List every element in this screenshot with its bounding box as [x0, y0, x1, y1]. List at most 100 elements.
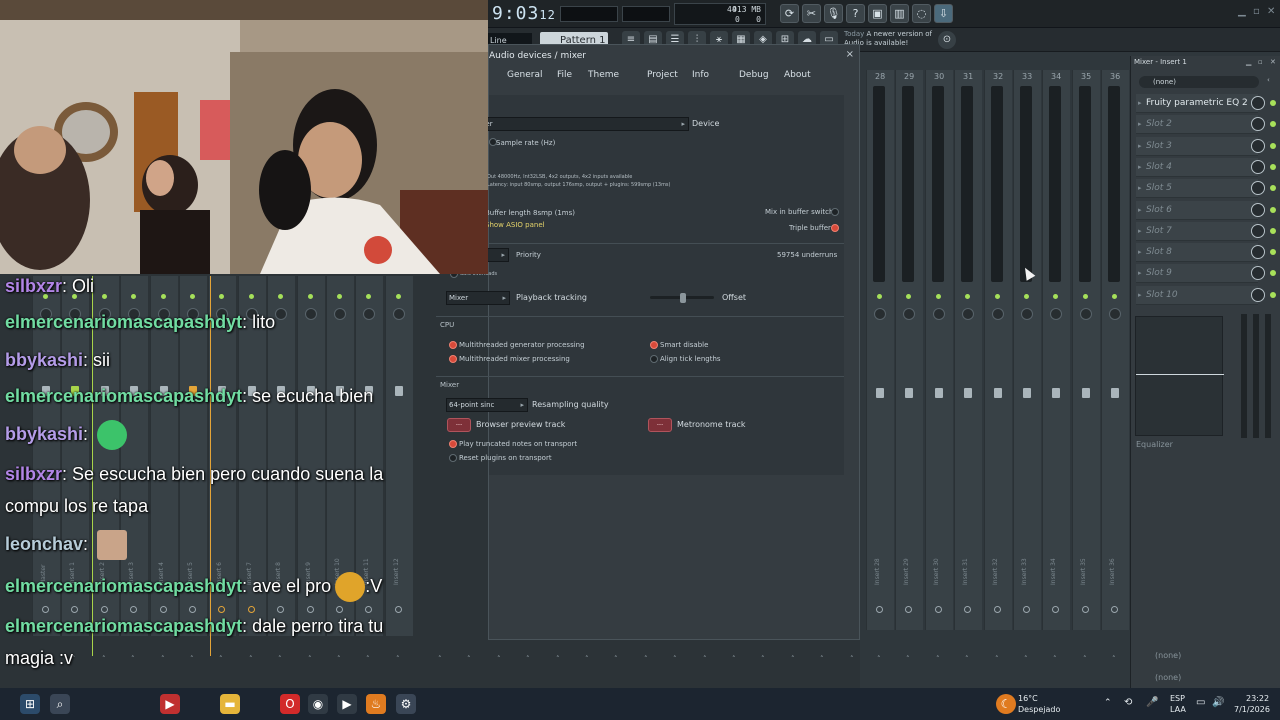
pan-knob[interactable] — [992, 308, 1004, 320]
send-arrow-icon[interactable]: ˄ — [190, 655, 194, 663]
tab-about[interactable]: About — [784, 70, 811, 80]
tray-chevron-icon[interactable]: ⌃ — [1104, 698, 1112, 708]
mt-mixer-radio[interactable] — [449, 355, 457, 363]
send-arrow-icon[interactable]: ˄ — [703, 655, 707, 663]
slot-enable-led[interactable] — [1270, 249, 1276, 255]
maximize-icon[interactable]: ▫ — [1253, 6, 1260, 17]
close-icon[interactable]: ✕ — [1267, 6, 1275, 17]
mt-generator-radio[interactable] — [449, 341, 457, 349]
pan-knob[interactable] — [874, 308, 886, 320]
track-enable-led[interactable] — [337, 294, 342, 299]
output-none-2[interactable]: (none) — [1155, 673, 1181, 682]
track-enable-led[interactable] — [249, 294, 254, 299]
slot-enable-led[interactable] — [1270, 100, 1276, 106]
track-enable-led[interactable] — [161, 294, 166, 299]
volume-fader[interactable] — [1023, 388, 1031, 398]
send-arrow-icon[interactable]: ˄ — [1024, 655, 1028, 663]
send-arrow-icon[interactable]: ˄ — [673, 655, 677, 663]
send-arrow-icon[interactable]: ˄ — [614, 655, 618, 663]
volume-fader[interactable] — [395, 386, 403, 396]
slot-mix-knob[interactable] — [1251, 288, 1265, 302]
search-icon[interactable]: ⌕ — [50, 694, 70, 714]
slot-enable-led[interactable] — [1270, 121, 1276, 127]
track-enable-led[interactable] — [396, 294, 401, 299]
send-arrow-icon[interactable]: ˄ — [1053, 655, 1057, 663]
lang-1[interactable]: ESP — [1170, 694, 1185, 703]
send-arrow-icon[interactable]: ˄ — [337, 655, 341, 663]
send-arrow-icon[interactable]: ˄ — [131, 655, 135, 663]
tab-info[interactable]: Info — [692, 70, 709, 80]
pan-knob[interactable] — [962, 308, 974, 320]
track-enable-led[interactable] — [366, 294, 371, 299]
refresh-icon[interactable]: ⟳ — [780, 4, 799, 23]
help-icon[interactable]: ? — [846, 4, 865, 23]
route-ring[interactable] — [1052, 606, 1059, 613]
slot-mix-knob[interactable] — [1251, 160, 1265, 174]
chat-username[interactable]: elmercenariomascapashdyt — [5, 312, 242, 332]
pan-knob[interactable] — [1080, 308, 1092, 320]
effect-slot[interactable]: Slot 6 — [1136, 201, 1258, 220]
effect-slot[interactable]: Slot 5 — [1136, 179, 1258, 198]
effect-slot[interactable]: Slot 9 — [1136, 264, 1258, 283]
pan-knob[interactable] — [334, 308, 346, 320]
tab-project[interactable]: Project — [647, 70, 678, 80]
tab-file[interactable]: File — [557, 70, 572, 80]
send-arrow-icon[interactable]: ˄ — [497, 655, 501, 663]
panel-minimize-icon[interactable]: ▁ — [1246, 58, 1251, 66]
chat-username[interactable]: elmercenariomascapashdyt — [5, 616, 242, 636]
send-arrow-icon[interactable]: ˄ — [526, 655, 530, 663]
slot-mix-knob[interactable] — [1251, 181, 1265, 195]
save-icon[interactable]: ▣ — [868, 4, 887, 23]
volume-fader[interactable] — [1052, 388, 1060, 398]
show-asio-panel[interactable]: Show ASIO panel — [485, 221, 545, 229]
route-ring[interactable] — [1082, 606, 1089, 613]
offset-slider-knob[interactable] — [680, 293, 686, 303]
send-arrow-icon[interactable]: ˄ — [850, 655, 854, 663]
tray-app-icon[interactable]: ⟲ — [1124, 697, 1132, 708]
tab-theme[interactable]: Theme — [588, 70, 619, 80]
send-arrow-icon[interactable]: ˄ — [791, 655, 795, 663]
mic-icon[interactable]: 🎙 — [824, 4, 843, 23]
mixer-icon[interactable]: ▥ — [890, 4, 909, 23]
pan-knob[interactable] — [903, 308, 915, 320]
track-enable-led[interactable] — [906, 294, 911, 299]
volume-fader[interactable] — [876, 388, 884, 398]
volume-fader[interactable] — [1082, 388, 1090, 398]
send-arrow-icon[interactable]: ˄ — [761, 655, 765, 663]
obs-icon[interactable]: ◉ — [308, 694, 328, 714]
opera-icon[interactable]: O — [280, 694, 300, 714]
taskbar-time[interactable]: 23:22 — [1246, 694, 1269, 703]
chat-username[interactable]: leonchav — [5, 534, 83, 554]
slot-mix-knob[interactable] — [1251, 96, 1265, 110]
effect-slot[interactable]: Slot 10 — [1136, 286, 1258, 305]
route-ring[interactable] — [1111, 606, 1118, 613]
send-arrow-icon[interactable]: ˄ — [467, 655, 471, 663]
send-arrow-icon[interactable]: ˄ — [278, 655, 282, 663]
track-enable-led[interactable] — [877, 294, 882, 299]
send-arrow-icon[interactable]: ˄ — [366, 655, 370, 663]
route-ring[interactable] — [876, 606, 883, 613]
slot-mix-knob[interactable] — [1251, 266, 1265, 280]
lang-2[interactable]: LAA — [1170, 705, 1186, 714]
folder-icon[interactable]: ▬ — [220, 694, 240, 714]
pan-knob[interactable] — [1050, 308, 1062, 320]
send-arrow-icon[interactable]: ˄ — [219, 655, 223, 663]
browser-preview-button[interactable]: --- — [447, 418, 471, 432]
track-enable-led[interactable] — [278, 294, 283, 299]
align-tick-radio[interactable] — [650, 355, 658, 363]
slot-enable-led[interactable] — [1270, 207, 1276, 213]
slot-enable-led[interactable] — [1270, 164, 1276, 170]
slot-mix-knob[interactable] — [1251, 203, 1265, 217]
effect-slot[interactable]: Fruity parametric EQ 2 — [1136, 94, 1258, 113]
song-position-clock[interactable]: 9:0312 — [492, 3, 556, 24]
chat-username[interactable]: elmercenariomascapashdyt — [5, 386, 242, 406]
tab-debug[interactable]: Debug — [739, 70, 769, 80]
resampling-dropdown[interactable]: 64-point sinc — [446, 398, 528, 412]
insert-input-selector[interactable]: (none) — [1139, 76, 1259, 88]
send-arrow-icon[interactable]: ˄ — [965, 655, 969, 663]
chat-username[interactable]: silbxzr — [5, 464, 62, 484]
route-ring[interactable] — [905, 606, 912, 613]
minimize-icon[interactable]: ▁ — [1238, 6, 1246, 17]
panel-close-icon[interactable]: ✕ — [1270, 58, 1276, 66]
effect-slot[interactable]: Slot 8 — [1136, 243, 1258, 262]
